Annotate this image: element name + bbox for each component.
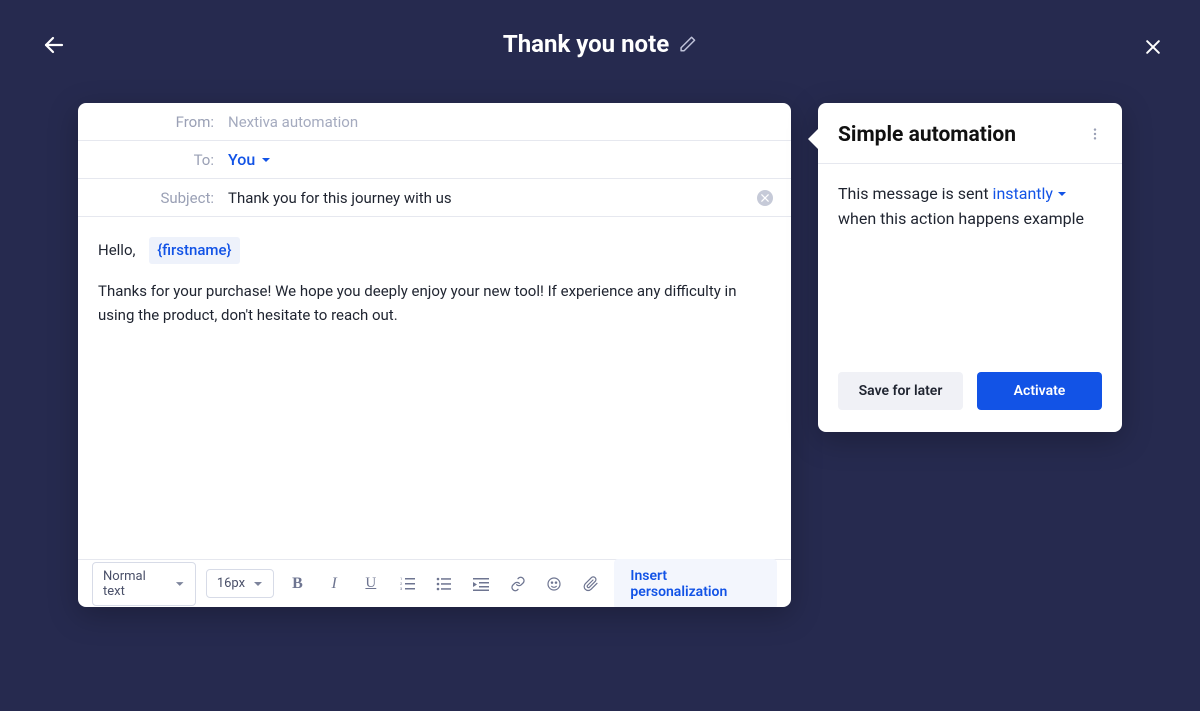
caret-down-icon — [1057, 189, 1067, 199]
caret-down-icon — [261, 155, 271, 165]
panel-body: This message is sent instantly when this… — [818, 164, 1122, 354]
email-composer: From: Nextiva automation To: You Subject… — [78, 103, 791, 607]
personalization-token[interactable]: {firstname} — [149, 237, 239, 264]
subject-row: Subject: Thank you for this journey with… — [78, 179, 791, 217]
save-for-later-button[interactable]: Save for later — [838, 372, 963, 410]
close-icon — [761, 194, 769, 202]
underline-button[interactable]: U — [358, 570, 385, 598]
body-paragraph: Thanks for your purchase! We hope you de… — [98, 280, 771, 327]
subject-input[interactable]: Thank you for this journey with us — [228, 189, 452, 207]
panel-text-after: when this action happens example — [838, 209, 1084, 228]
from-value: Nextiva automation — [228, 113, 358, 131]
indent-button[interactable] — [468, 570, 495, 598]
text-style-select[interactable]: Normal text — [92, 562, 196, 606]
email-body[interactable]: Hello, {firstname} Thanks for your purch… — [78, 217, 791, 559]
activate-button[interactable]: Activate — [977, 372, 1102, 410]
page-title: Thank you note — [503, 30, 669, 58]
emoji-button[interactable] — [541, 570, 568, 598]
italic-button[interactable]: I — [321, 570, 348, 598]
font-size-select[interactable]: 16px — [206, 569, 274, 598]
caret-down-icon — [253, 579, 263, 589]
panel-title: Simple automation — [838, 123, 1016, 147]
svg-text:3: 3 — [400, 586, 402, 591]
editor-toolbar: Normal text 16px B I U 123 Insert person… — [78, 559, 791, 607]
timing-selector[interactable]: instantly — [993, 182, 1067, 207]
dots-vertical-icon — [1088, 127, 1102, 141]
from-label: From: — [78, 113, 228, 131]
subject-label: Subject: — [78, 189, 228, 207]
insert-personalization-button[interactable]: Insert personalization — [614, 559, 777, 608]
unordered-list-button[interactable] — [431, 570, 458, 598]
to-row: To: You — [78, 141, 791, 179]
back-button[interactable] — [40, 31, 68, 59]
clear-subject-button[interactable] — [757, 190, 773, 206]
edit-icon[interactable] — [679, 35, 697, 53]
panel-menu-button[interactable] — [1088, 126, 1102, 145]
to-selector[interactable]: You — [228, 150, 271, 169]
link-button[interactable] — [504, 570, 531, 598]
from-row: From: Nextiva automation — [78, 103, 791, 141]
panel-text-before: This message is sent — [838, 184, 989, 203]
automation-panel: Simple automation This message is sent i… — [818, 103, 1122, 432]
to-label: To: — [78, 151, 228, 169]
close-button[interactable] — [1142, 36, 1164, 58]
greeting-text: Hello, — [98, 241, 135, 259]
ordered-list-button[interactable]: 123 — [394, 570, 421, 598]
bold-button[interactable]: B — [284, 570, 311, 598]
attachment-button[interactable] — [578, 570, 605, 598]
to-value: You — [228, 150, 255, 169]
caret-down-icon — [175, 579, 184, 589]
